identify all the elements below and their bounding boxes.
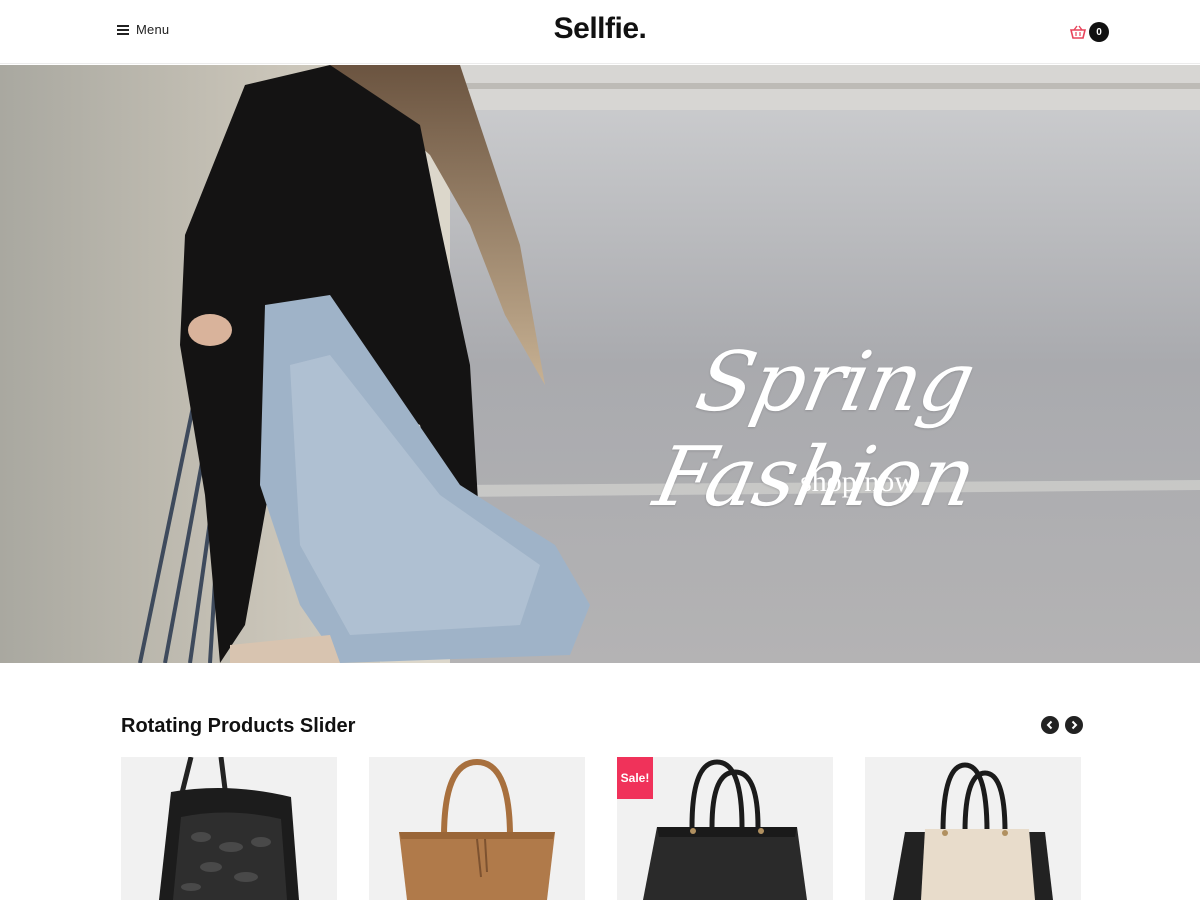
site-logo[interactable]: Sellfie. — [0, 12, 1200, 46]
chevron-right-icon — [1071, 720, 1078, 730]
product-image — [865, 757, 1081, 900]
product-image — [121, 757, 337, 900]
cart-count-badge: 0 — [1089, 22, 1109, 42]
product-card[interactable] — [121, 757, 337, 900]
slider-next-button[interactable] — [1065, 716, 1083, 734]
chevron-left-icon — [1046, 720, 1053, 730]
site-header: Menu Sellfie. 0 — [0, 0, 1200, 64]
product-card[interactable] — [369, 757, 585, 900]
product-card[interactable]: Sale! — [617, 757, 833, 900]
shop-now-link[interactable]: shop now — [700, 465, 1016, 499]
product-card[interactable] — [865, 757, 1081, 900]
slider-prev-button[interactable] — [1041, 716, 1059, 734]
product-image — [369, 757, 585, 900]
cart-button[interactable]: 0 — [1070, 22, 1109, 42]
section-title: Rotating Products Slider — [121, 715, 356, 737]
sale-badge: Sale! — [617, 757, 653, 799]
shopping-basket-icon — [1070, 25, 1086, 39]
hero-banner[interactable]: Spring Fashion shop now — [0, 65, 1200, 663]
